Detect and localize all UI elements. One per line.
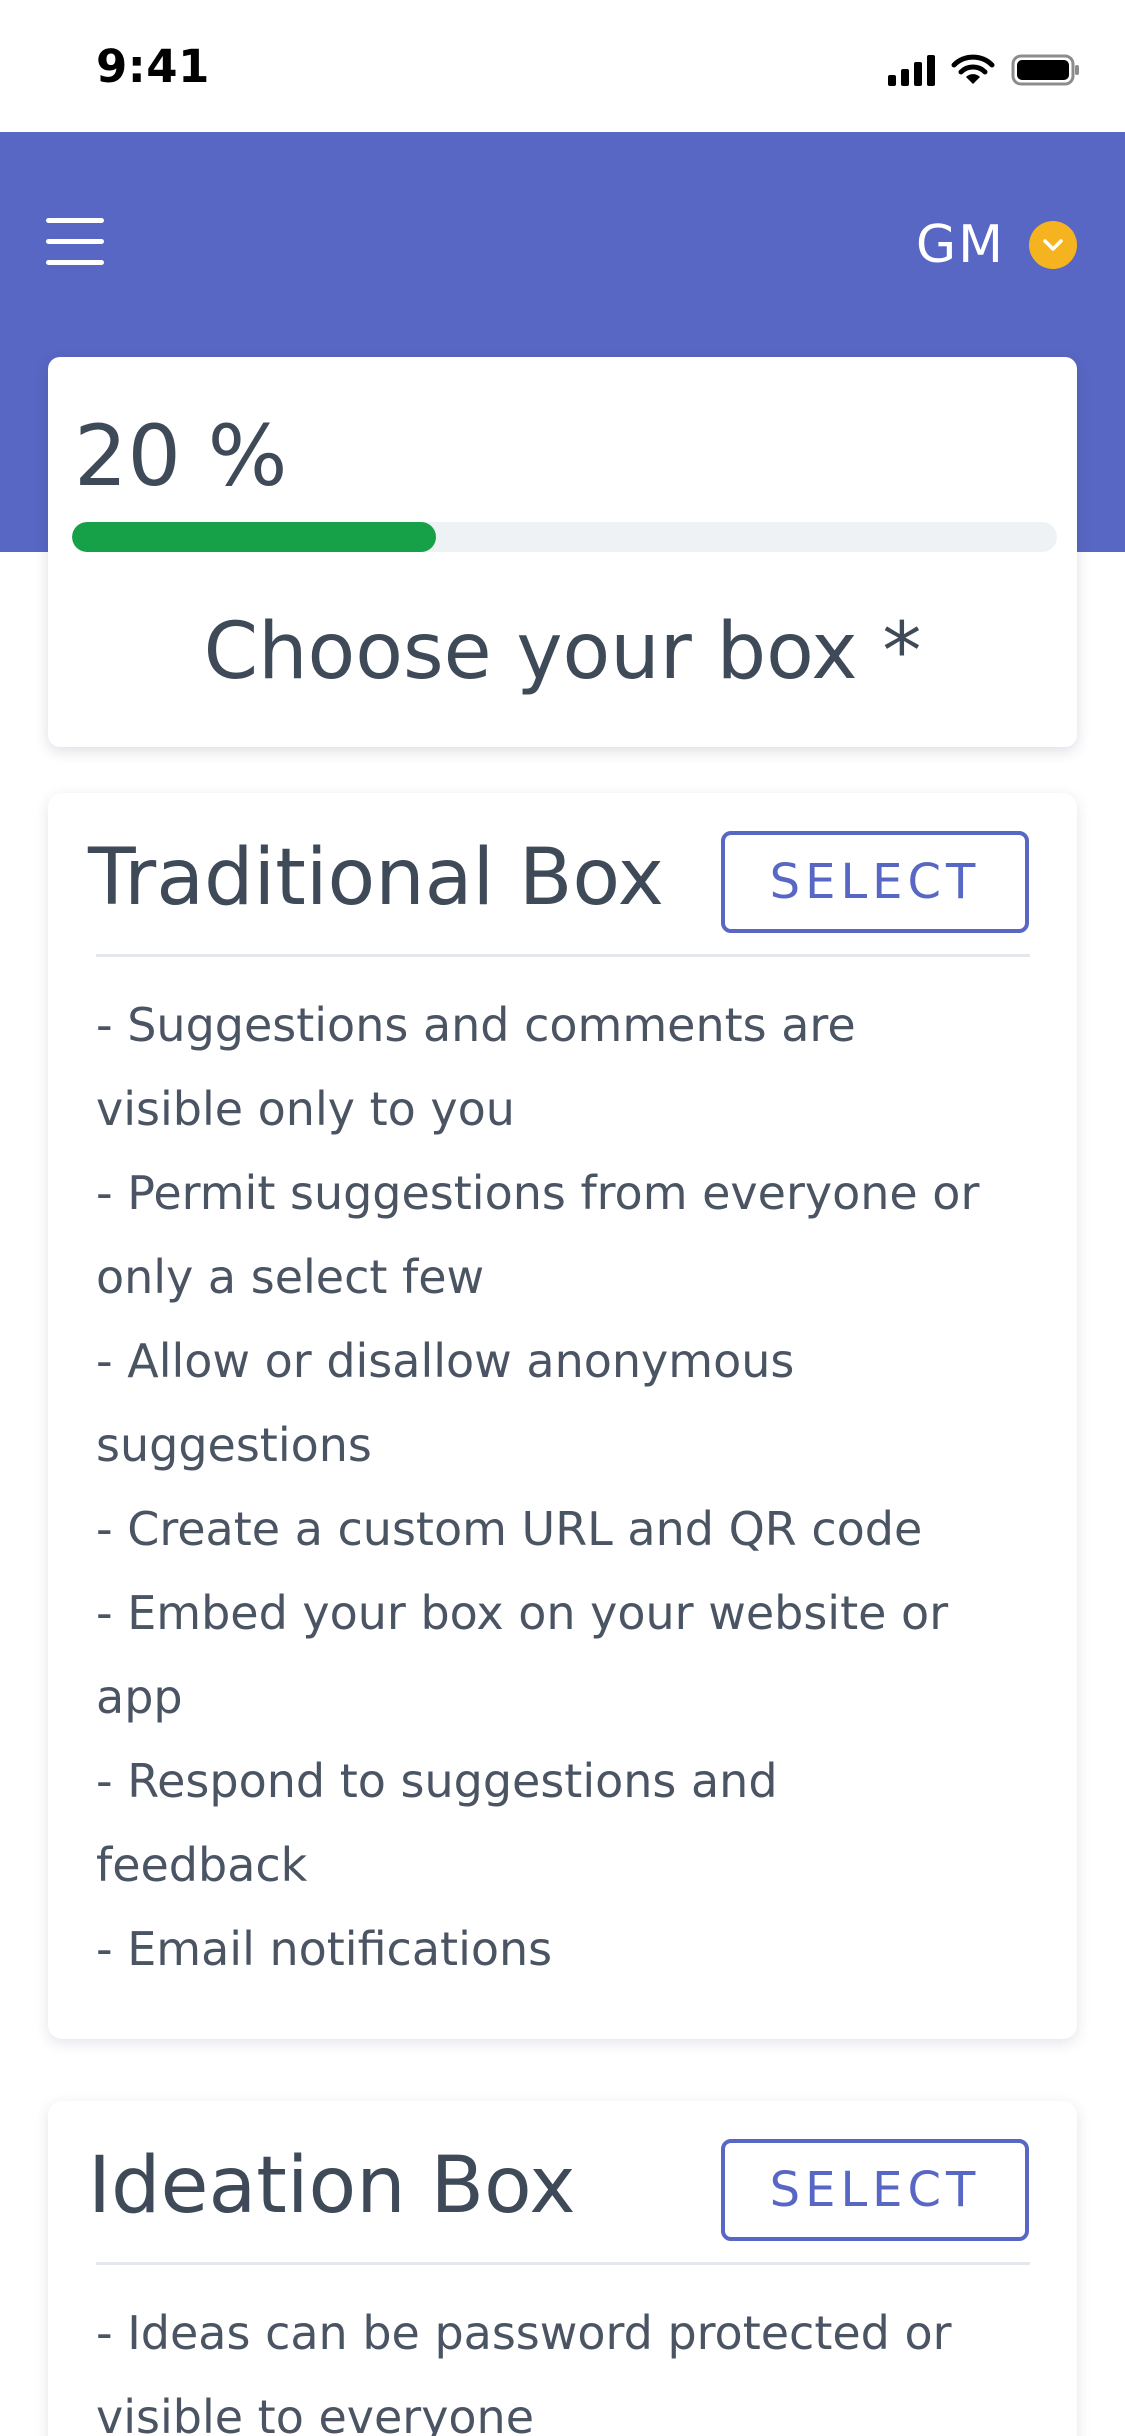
box-title: Traditional Box bbox=[88, 833, 664, 923]
feature-line: - Allow or disallow anonymous bbox=[96, 1334, 795, 1388]
chevron-down-icon bbox=[1029, 221, 1077, 269]
feature-list: - Suggestions and comments are visible o… bbox=[96, 983, 1056, 1991]
divider bbox=[96, 954, 1030, 957]
feature-line: only a select few bbox=[96, 1250, 485, 1304]
feature-line: - Respond to suggestions and bbox=[96, 1754, 778, 1808]
signal-icon bbox=[888, 54, 935, 86]
step-title: Choose your box * bbox=[203, 607, 922, 697]
feature-line: visible only to you bbox=[96, 1082, 515, 1136]
box-option-card: Ideation Box SELECT - Ideas can be passw… bbox=[48, 2101, 1077, 2436]
user-initials: GM bbox=[915, 215, 1005, 275]
wifi-icon bbox=[951, 54, 995, 84]
status-bar: 9:41 bbox=[0, 0, 1125, 132]
progress-bar-fill bbox=[72, 522, 436, 552]
feature-line: - Email notifications bbox=[96, 1922, 553, 1976]
divider bbox=[96, 2262, 1030, 2265]
feature-line: - Create a custom URL and QR code bbox=[96, 1502, 923, 1556]
select-ideation-box-button[interactable]: SELECT bbox=[721, 2139, 1029, 2241]
feature-line: feedback bbox=[96, 1838, 308, 1892]
hamburger-menu-icon[interactable] bbox=[46, 218, 104, 266]
box-title: Ideation Box bbox=[88, 2141, 576, 2231]
select-traditional-box-button[interactable]: SELECT bbox=[721, 831, 1029, 933]
feature-line: suggestions bbox=[96, 1418, 372, 1472]
status-icons bbox=[888, 50, 1081, 90]
battery-icon bbox=[1011, 54, 1079, 86]
status-time: 9:41 bbox=[96, 40, 210, 93]
app-screen: 9:41 GM 20 % Choose your box * Tradition… bbox=[0, 0, 1125, 2436]
feature-list: - Ideas can be password protected or vis… bbox=[96, 2291, 1056, 2436]
feature-line: app bbox=[96, 1670, 183, 1724]
feature-line: - Suggestions and comments are bbox=[96, 998, 856, 1052]
feature-line: - Permit suggestions from everyone or bbox=[96, 1166, 980, 1220]
box-option-card: Traditional Box SELECT - Suggestions and… bbox=[48, 793, 1077, 2039]
progress-bar bbox=[72, 522, 1057, 552]
user-menu[interactable]: GM bbox=[916, 210, 1077, 280]
feature-line: - Embed your box on your website or bbox=[96, 1586, 949, 1640]
feature-line: - Ideas can be password protected or bbox=[96, 2306, 952, 2360]
feature-line: visible to everyone bbox=[96, 2390, 535, 2436]
progress-percent: 20 % bbox=[74, 407, 288, 505]
progress-card: 20 % Choose your box * bbox=[48, 357, 1077, 747]
